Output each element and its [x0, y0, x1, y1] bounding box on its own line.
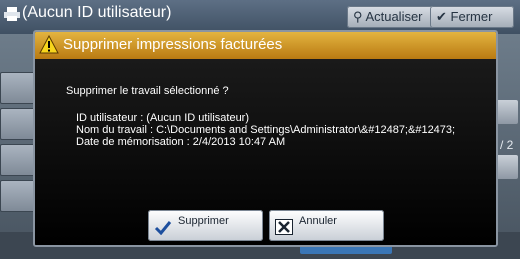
delete-confirm-dialog: Supprimer impressions facturées Supprime…: [33, 30, 498, 247]
cancel-button[interactable]: Annuler: [269, 210, 384, 241]
delete-button[interactable]: Supprimer: [148, 210, 263, 241]
background-header: (Aucun ID utilisateur) ⚲ Actualiser ✔ Fe…: [0, 0, 520, 34]
close-button-label: Fermer: [450, 9, 493, 24]
checkmark-icon: [154, 221, 172, 235]
close-button[interactable]: ✔ Fermer: [430, 6, 514, 28]
page-indicator: / 2: [500, 138, 514, 152]
date-line: Date de mémorisation : 2/4/2013 10:47 AM: [76, 136, 286, 148]
dialog-title: Supprimer impressions facturées: [63, 36, 283, 53]
side-tab-4[interactable]: [0, 180, 36, 212]
refresh-button[interactable]: ⚲ Actualiser: [347, 6, 439, 28]
close-x-icon: [275, 219, 293, 235]
printer-icon: [4, 7, 20, 21]
magnifier-icon: ⚲: [353, 9, 363, 24]
checkmark-icon: ✔: [436, 9, 447, 24]
dialog-header: Supprimer impressions facturées: [35, 32, 496, 59]
warning-triangle-icon: [39, 35, 59, 54]
cancel-button-label: Annuler: [299, 215, 337, 227]
job-name-line: Nom du travail : C:\Documents and Settin…: [76, 124, 456, 136]
side-tab-2[interactable]: [0, 108, 36, 140]
dialog-body: Supprimer le travail sélectionné ? ID ut…: [35, 59, 496, 245]
confirm-question: Supprimer le travail sélectionné ?: [66, 85, 229, 97]
delete-button-label: Supprimer: [178, 215, 229, 227]
side-tab-3[interactable]: [0, 144, 36, 176]
refresh-button-label: Actualiser: [365, 9, 423, 24]
scroll-down-button[interactable]: [496, 155, 518, 179]
background-title: (Aucun ID utilisateur): [22, 4, 172, 21]
user-id-line: ID utilisateur : (Aucun ID utilisateur): [76, 112, 250, 124]
scroll-up-button[interactable]: [496, 100, 518, 124]
side-tab-1[interactable]: [0, 72, 36, 104]
